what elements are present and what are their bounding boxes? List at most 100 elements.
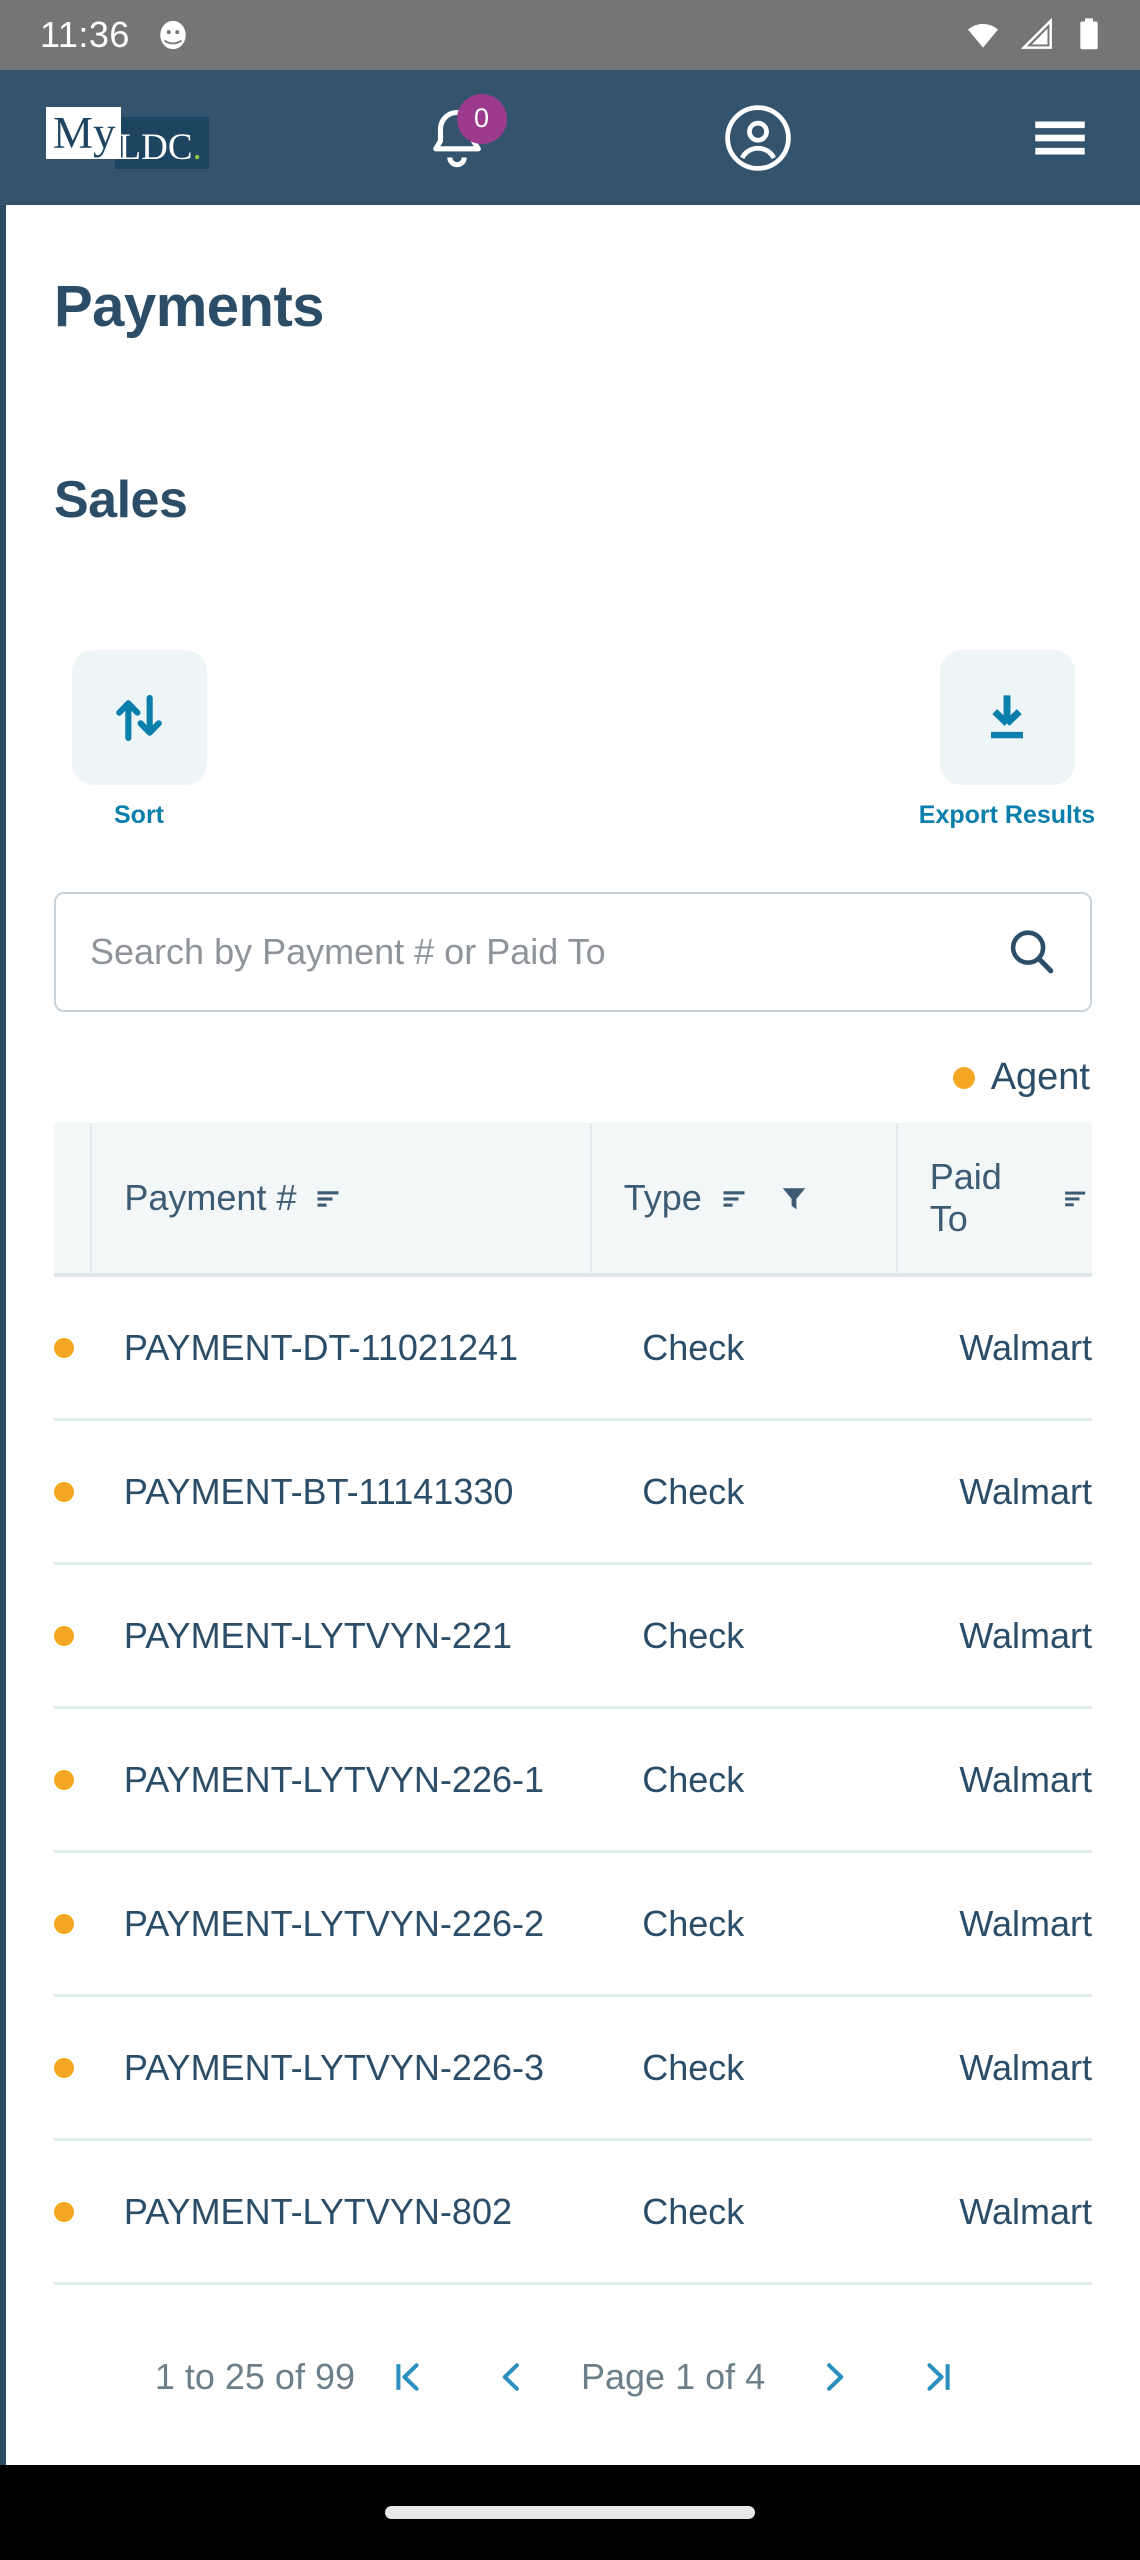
myldc-logo[interactable]: My LDC. xyxy=(46,106,209,169)
sort-button[interactable]: Sort xyxy=(54,650,224,830)
row-paid-to-cell: Walmart xyxy=(959,1758,1092,1800)
status-bar: 11:36 xyxy=(0,0,1140,70)
notification-count-badge: 0 xyxy=(456,93,507,144)
row-paid-to-cell: Walmart xyxy=(959,2190,1092,2232)
notifications-button[interactable]: 0 xyxy=(403,84,511,192)
table-row[interactable]: PAYMENT-DT-11021241 Check Walmart xyxy=(54,1277,1092,1421)
table-row[interactable]: PAYMENT-LYTVYN-226-3 Check Walmart xyxy=(54,1997,1092,2141)
android-head-icon xyxy=(160,20,186,50)
section-title: Sales xyxy=(54,471,188,529)
sort-button-tile xyxy=(71,650,207,785)
first-page-button[interactable] xyxy=(355,2335,459,2419)
export-button-label: Export Results xyxy=(918,801,1096,829)
previous-page-button[interactable] xyxy=(459,2335,563,2419)
agent-status-dot xyxy=(54,2057,74,2078)
logo-green-dot: . xyxy=(192,126,202,168)
status-notification-icons xyxy=(156,18,190,52)
previous-page-icon xyxy=(502,2363,519,2391)
row-type-cell: Check xyxy=(642,1902,745,1944)
row-status-cell xyxy=(54,1913,92,1934)
pagination-summary: 1 to 25 of 99 xyxy=(154,2356,355,2397)
last-page-button[interactable] xyxy=(887,2335,991,2419)
next-page-button[interactable] xyxy=(783,2335,887,2419)
legend-agent-dot xyxy=(952,1066,975,1089)
page-title: Payments xyxy=(54,274,325,339)
battery-icon xyxy=(1080,18,1098,50)
row-payment-cell: PAYMENT-LYTVYN-221 xyxy=(123,1614,512,1656)
logo-my-text: My xyxy=(46,106,121,159)
row-paid-to-cell: Walmart xyxy=(959,1470,1092,1512)
search-input[interactable] xyxy=(90,931,1002,973)
legend-agent-label: Agent xyxy=(990,1056,1090,1098)
row-status-cell xyxy=(54,1625,92,1646)
row-paid-to-cell: Walmart xyxy=(959,1902,1092,1944)
sort-lines-icon[interactable] xyxy=(1058,1180,1092,1216)
search-bar[interactable] xyxy=(54,892,1092,1012)
menu-button[interactable] xyxy=(1006,84,1114,192)
first-page-icon xyxy=(396,2363,419,2391)
agent-status-dot xyxy=(54,1913,74,1934)
search-icon[interactable] xyxy=(1002,923,1060,981)
sort-lines-icon[interactable] xyxy=(716,1180,752,1216)
table-row[interactable]: PAYMENT-LYTVYN-226-1 Check Walmart xyxy=(54,1709,1092,1853)
last-page-icon xyxy=(927,2363,950,2391)
sort-lines-icon[interactable] xyxy=(310,1180,346,1216)
payments-table: Payment # Type Paid To PAYMENT-DT-110212… xyxy=(54,1123,1092,2285)
pagination-page-label: Page 1 of 4 xyxy=(581,2356,766,2397)
account-circle-icon xyxy=(725,104,792,171)
action-bar: Sort Export Results xyxy=(54,650,1096,830)
row-paid-to-cell: Walmart xyxy=(959,1614,1092,1656)
sort-button-label: Sort xyxy=(114,801,164,829)
page-content: Payments Sales Sort Export Results Searc… xyxy=(6,205,1140,2419)
table-row[interactable]: PAYMENT-LYTVYN-802 Check Walmart xyxy=(54,2141,1092,2285)
pagination-bar: 1 to 25 of 99 Page 1 of 4 xyxy=(54,2335,1092,2419)
row-status-cell xyxy=(54,1337,92,1358)
row-status-cell xyxy=(54,1769,92,1790)
next-page-icon xyxy=(827,2363,844,2391)
row-type-cell: Check xyxy=(642,2190,745,2232)
row-payment-cell: PAYMENT-LYTVYN-226-1 xyxy=(123,1758,544,1800)
logo-ldc-text: LDC. xyxy=(114,116,209,169)
table-header-paid-to[interactable]: Paid To xyxy=(895,1123,1092,1273)
row-paid-to-cell: Walmart xyxy=(959,1326,1092,1368)
gesture-home-pill[interactable] xyxy=(385,2506,755,2519)
table-header-payment[interactable]: Payment # xyxy=(90,1123,589,1273)
agent-status-dot xyxy=(54,2201,74,2222)
agent-status-dot xyxy=(54,1337,74,1358)
table-header-row: Payment # Type Paid To xyxy=(54,1123,1092,1277)
device-screen: 11:36 My LDC. 0 Payments Sales Sort Expo… xyxy=(0,0,1140,2560)
row-payment-cell: PAYMENT-LYTVYN-802 xyxy=(123,2190,512,2232)
filter-funnel-icon[interactable] xyxy=(776,1180,812,1216)
row-status-cell xyxy=(54,2201,92,2222)
row-type-cell: Check xyxy=(642,1326,745,1368)
status-system-icons xyxy=(964,16,1104,54)
table-header-type[interactable]: Type xyxy=(589,1123,896,1273)
hamburger-menu-icon xyxy=(1035,121,1085,154)
app-header: My LDC. 0 xyxy=(0,70,1140,205)
table-header-type-label: Type xyxy=(623,1177,702,1218)
export-results-button[interactable]: Export Results xyxy=(918,650,1096,830)
row-type-cell: Check xyxy=(642,1614,745,1656)
sort-arrows-icon xyxy=(116,694,162,741)
table-header-status xyxy=(54,1123,90,1273)
row-paid-to-cell: Walmart xyxy=(959,2046,1092,2088)
bell-wrapper: 0 xyxy=(421,93,507,174)
row-type-cell: Check xyxy=(642,1470,745,1512)
export-button-tile xyxy=(939,650,1075,785)
agent-status-dot xyxy=(54,1481,74,1502)
table-header-payment-label: Payment # xyxy=(124,1177,297,1218)
row-type-cell: Check xyxy=(642,2046,745,2088)
status-legend: Agent xyxy=(54,1056,1092,1099)
agent-status-dot xyxy=(54,1625,74,1646)
download-icon xyxy=(991,694,1023,738)
table-row[interactable]: PAYMENT-LYTVYN-221 Check Walmart xyxy=(54,1565,1092,1709)
table-row[interactable]: PAYMENT-BT-11141330 Check Walmart xyxy=(54,1421,1092,1565)
row-payment-cell: PAYMENT-DT-11021241 xyxy=(123,1326,519,1368)
table-header-paid-to-label: Paid To xyxy=(929,1156,1002,1239)
row-payment-cell: PAYMENT-LYTVYN-226-2 xyxy=(123,1902,544,1944)
table-row[interactable]: PAYMENT-LYTVYN-226-2 Check Walmart xyxy=(54,1853,1092,1997)
row-status-cell xyxy=(54,2057,92,2078)
account-button[interactable] xyxy=(704,84,812,192)
page-viewport: Payments Sales Sort Export Results Searc… xyxy=(0,205,1140,2465)
cell-signal-icon xyxy=(1020,17,1052,49)
